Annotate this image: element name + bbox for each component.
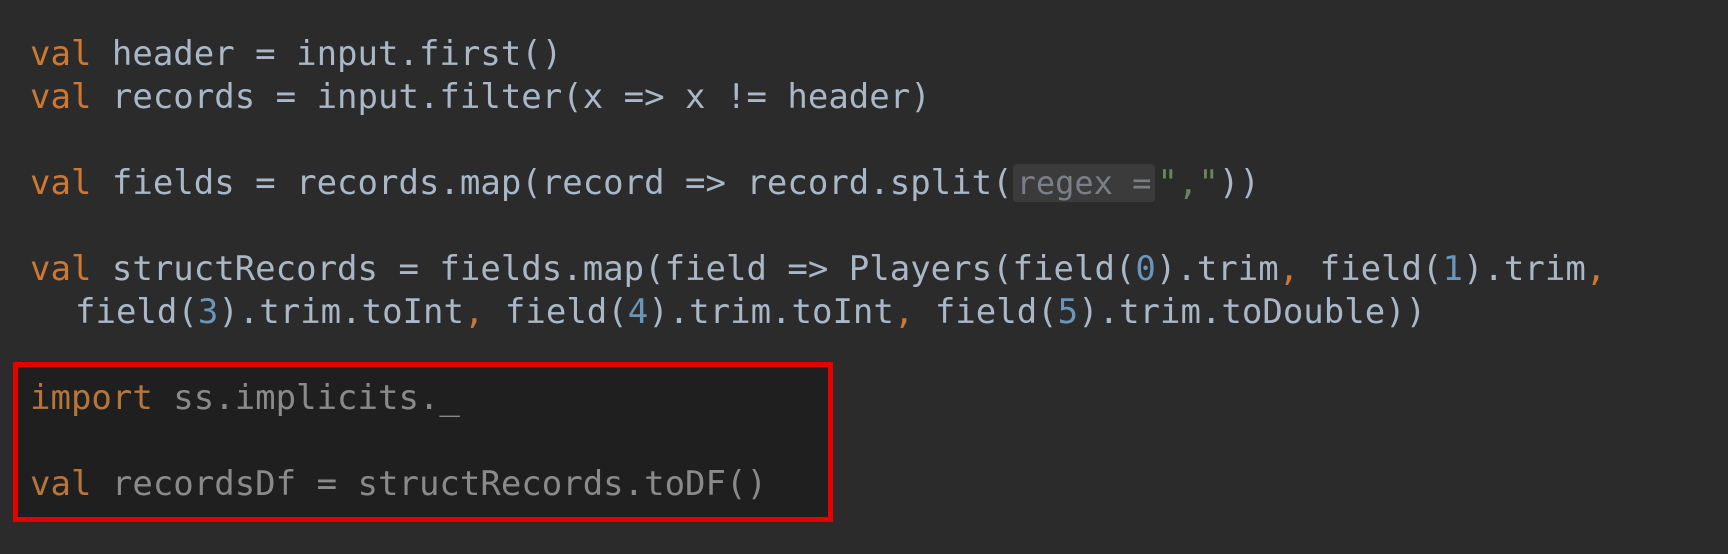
code-line-todf: val recordsDf = structRecords.toDF() xyxy=(30,463,767,505)
code-line-5: field(3).trim.toInt, field(4).trim.toInt… xyxy=(75,291,1426,333)
code-line-3: val fields = records.map(record => recor… xyxy=(30,162,1260,204)
number-literal: 3 xyxy=(197,292,219,332)
code-text: fields = records.map(record => record.sp… xyxy=(91,163,1013,203)
comma: , xyxy=(893,292,915,332)
code-line-1: val header = input.first() xyxy=(30,33,562,75)
code-text: field( xyxy=(1299,249,1443,289)
keyword-val: val xyxy=(30,163,92,203)
code-line-import: import ss.implicits._ xyxy=(30,377,460,419)
code-text: field( xyxy=(75,292,198,332)
keyword-val: val xyxy=(30,77,92,117)
string-literal: "," xyxy=(1157,163,1219,203)
code-text: ).trim xyxy=(1462,249,1586,289)
code-text: ).trim.toInt xyxy=(218,292,464,332)
code-text: ).trim.toInt xyxy=(648,292,894,332)
code-text: )) xyxy=(1218,163,1260,203)
code-text: field( xyxy=(914,292,1058,332)
code-text: recordsDf = structRecords.toDF() xyxy=(91,464,767,504)
keyword-val: val xyxy=(30,249,92,289)
code-editor[interactable]: val header = input.first() val records =… xyxy=(0,0,1728,554)
parameter-hint: regex = xyxy=(1012,164,1156,202)
keyword-import: import xyxy=(30,378,153,418)
code-text: header = input.first() xyxy=(91,34,563,74)
keyword-val: val xyxy=(30,34,92,74)
code-line-2: val records = input.filter(x => x != hea… xyxy=(30,76,931,118)
comma: , xyxy=(1278,249,1300,289)
code-text: ).trim.toDouble)) xyxy=(1078,292,1427,332)
comma: , xyxy=(463,292,485,332)
number-literal: 0 xyxy=(1135,249,1156,289)
keyword-val: val xyxy=(30,464,92,504)
number-literal: 5 xyxy=(1057,292,1079,332)
comma: , xyxy=(1585,249,1607,289)
code-text: ).trim xyxy=(1155,249,1279,289)
code-line-4: val structRecords = fields.map(field => … xyxy=(30,248,1606,290)
number-literal: 4 xyxy=(627,292,649,332)
code-text: structRecords = fields.map(field => Play… xyxy=(91,249,1136,289)
code-text: records = input.filter(x => x != header) xyxy=(91,77,931,117)
number-literal: 1 xyxy=(1442,249,1463,289)
code-text: field( xyxy=(484,292,628,332)
code-text: ss.implicits._ xyxy=(152,378,460,418)
